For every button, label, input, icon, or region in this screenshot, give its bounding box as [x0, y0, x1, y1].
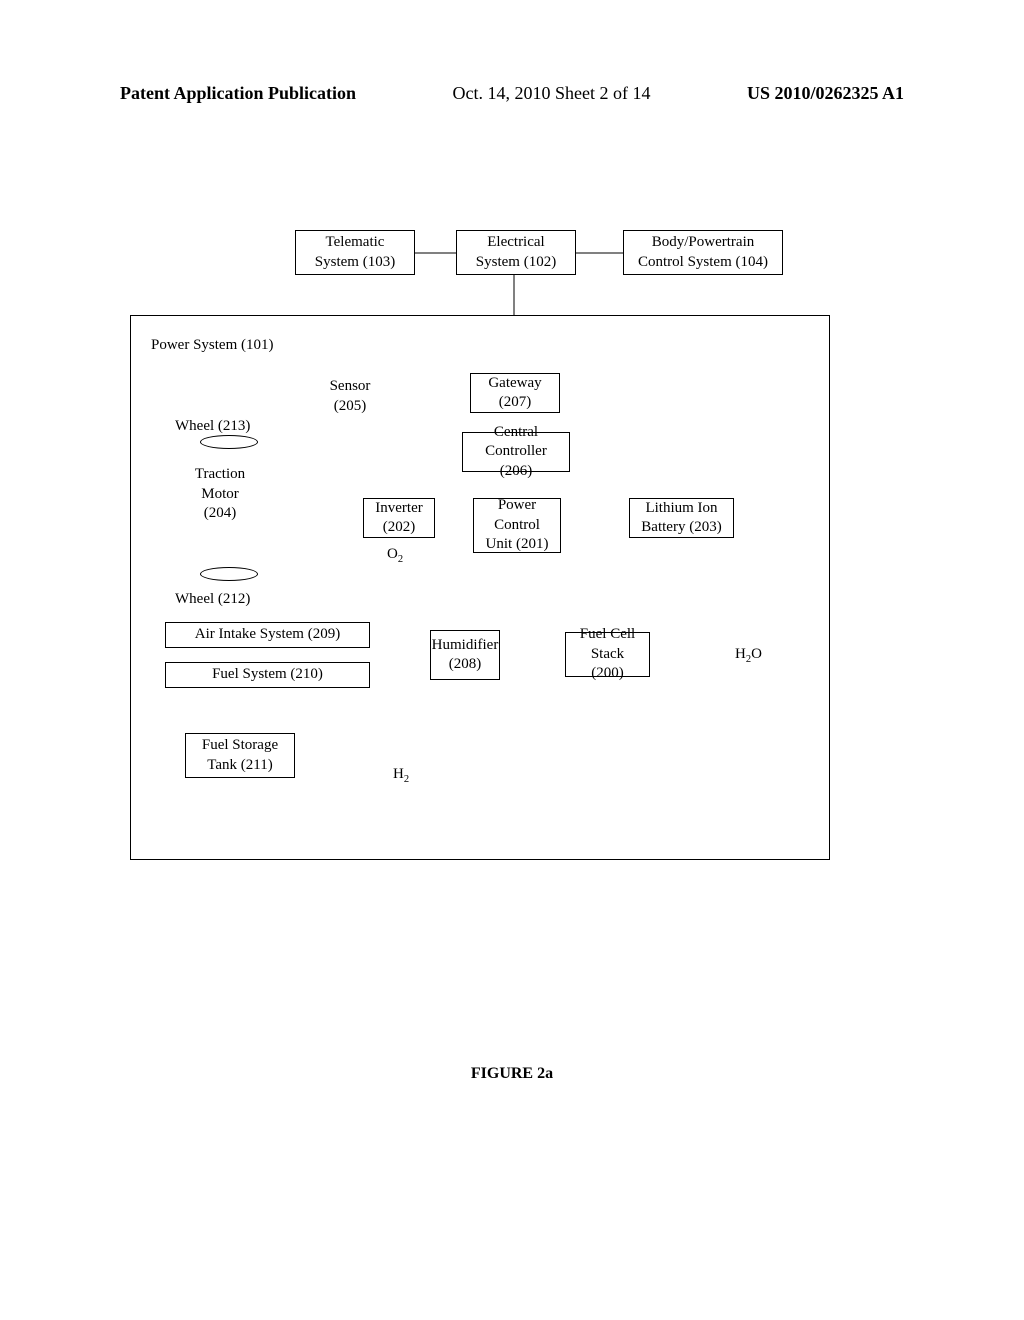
body-powertrain-box: Body/Powertrain Control System (104) [623, 230, 783, 275]
wheel-213-icon [200, 435, 258, 449]
traction-motor-label: Traction Motor (204) [185, 465, 255, 524]
diagram-container: Telematic System (103) Electrical System… [130, 230, 900, 870]
fuel-cell-box: Fuel Cell Stack (200) [565, 632, 650, 677]
bodypowertrain-label: Body/Powertrain Control System (104) [638, 233, 768, 272]
wheel-213-label: Wheel (213) [175, 417, 250, 437]
lithium-battery-box: Lithium Ion Battery (203) [629, 498, 734, 538]
o2-label: O2 [387, 545, 403, 567]
sensor-label: Sensor (205) [320, 377, 380, 416]
fuel-system-box: Fuel System (210) [165, 662, 370, 688]
power-system-label: Power System (101) [151, 336, 274, 356]
inverter-box: Inverter (202) [363, 498, 435, 538]
electrical-system-box: Electrical System (102) [456, 230, 576, 275]
wheel-212-label: Wheel (212) [175, 590, 250, 610]
header-center: Oct. 14, 2010 Sheet 2 of 14 [453, 83, 651, 104]
h2-label: H2 [393, 765, 409, 787]
fuel-storage-box: Fuel Storage Tank (211) [185, 733, 295, 778]
telematic-system-box: Telematic System (103) [295, 230, 415, 275]
figure-caption: FIGURE 2a [0, 1065, 1024, 1083]
central-controller-box: Central Controller (206) [462, 432, 570, 472]
h2o-label: H2O [735, 645, 762, 667]
power-control-box: Power Control Unit (201) [473, 498, 561, 553]
wheel-212-icon [200, 567, 258, 581]
header-left: Patent Application Publication [120, 83, 356, 104]
humidifier-box: Humidifier (208) [430, 630, 500, 680]
gateway-box: Gateway (207) [470, 373, 560, 413]
telematic-label: Telematic System (103) [315, 233, 395, 272]
air-intake-box: Air Intake System (209) [165, 622, 370, 648]
electrical-label: Electrical System (102) [476, 233, 556, 272]
header-right: US 2010/0262325 A1 [747, 83, 904, 104]
page-header: Patent Application Publication Oct. 14, … [0, 83, 1024, 104]
